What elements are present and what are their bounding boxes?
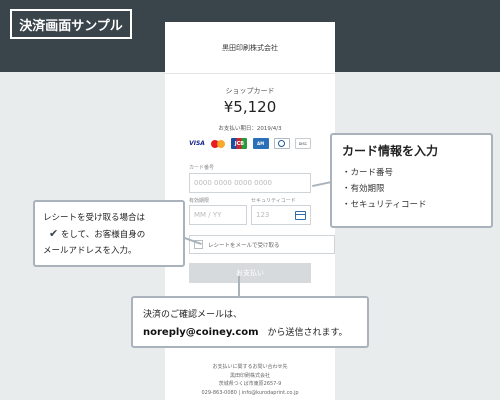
card-callout-title: カード情報を入力	[342, 144, 439, 158]
footer-contact: 029-863-0080 | info@kurodaprint.co.jp	[201, 389, 299, 396]
due-date: お支払い期日：2019/4/3	[218, 126, 282, 132]
expiry-input[interactable]: MM / YY	[189, 205, 247, 225]
amex-logo: AM	[252, 138, 269, 149]
email-callout-line1: 決済のご確認メールは、	[143, 310, 243, 320]
security-code-placeholder: 123	[256, 211, 270, 219]
mastercard-logo	[210, 138, 226, 149]
sender-email: noreply@coiney.com	[143, 327, 259, 338]
discover-logo: DISC	[294, 138, 311, 149]
card-number-input[interactable]: 0000 0000 0000 0000	[189, 173, 311, 193]
security-code-input[interactable]: 123	[251, 205, 311, 225]
receipt-callout-line2: をして、お客様自身の	[60, 230, 146, 240]
jcb-logo: JCB	[231, 138, 248, 149]
card-back-icon	[295, 211, 306, 220]
footer: お支払いに関するお問い合わせ先 黒田印刷株式会社 茨城県つくば市東原2657-9…	[165, 363, 335, 397]
receipt-callout-line3: メールアドレスを入力。	[43, 246, 137, 256]
card-callout-item: ・カード番号	[342, 168, 394, 178]
email-callout-suffix: から送信されます。	[267, 328, 348, 338]
card-brands: VISA JCB AM DISC	[189, 138, 311, 150]
amount: ¥5,120	[223, 98, 277, 116]
card-callout-item: ・有効期限	[342, 184, 385, 194]
card-callout-item: ・セキュリティコード	[342, 200, 427, 210]
email-callout-connector	[238, 276, 240, 297]
receipt-callout-line2-row: ✔ をして、お客様自身の	[43, 226, 175, 243]
page-title: 決済画面サンプル	[10, 9, 132, 39]
visa-logo: VISA	[189, 140, 205, 147]
security-code-label: セキュリティコード	[251, 198, 296, 204]
shop-label: ショップカード	[225, 87, 275, 95]
email-callout-line2: noreply@coiney.com から送信されます。	[143, 324, 357, 342]
footer-company: 黒田印刷株式会社	[229, 372, 270, 379]
footer-address: 茨城県つくば市東原2657-9	[218, 381, 282, 387]
email-callout: 決済のご確認メールは、 noreply@coiney.com から送信されます。	[131, 296, 369, 348]
receipt-callout: レシートを受け取る場合は ✔ をして、お客様自身の メールアドレスを入力。	[33, 200, 185, 267]
card-info-callout: カード情報を入力 ・カード番号 ・有効期限 ・セキュリティコード	[330, 133, 493, 228]
pay-button[interactable]: お支払い	[189, 263, 311, 283]
footer-inquiry: お支払いに関するお問い合わせ先	[212, 364, 288, 370]
check-icon: ✔	[49, 227, 59, 240]
merchant-name: 黒田印刷株式会社	[165, 22, 335, 74]
receipt-checkbox-label: レシートをメールで受け取る	[208, 242, 280, 249]
diners-logo	[273, 138, 290, 149]
receipt-checkbox-row[interactable]: レシートをメールで受け取る	[189, 235, 335, 254]
expiry-label: 有効期限	[189, 198, 210, 204]
card-number-label: カード番号	[189, 165, 215, 171]
receipt-callout-line1: レシートを受け取る場合は	[43, 213, 146, 223]
